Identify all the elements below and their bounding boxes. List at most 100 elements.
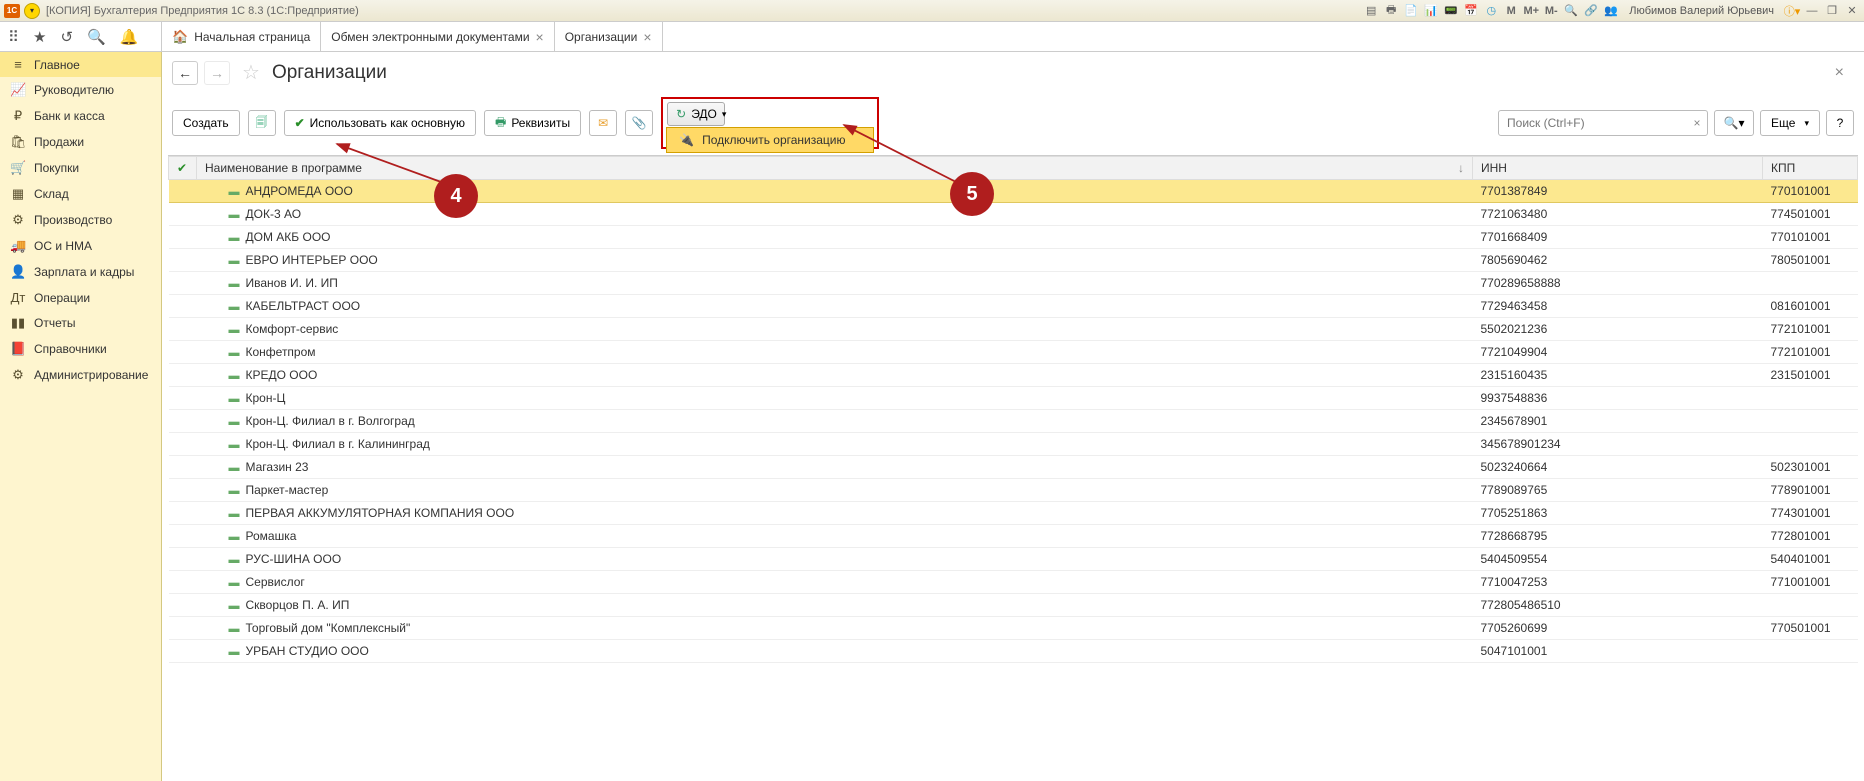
panel-icon[interactable]: ▤ bbox=[1363, 3, 1379, 19]
table-row[interactable]: ▬Конфетпром7721049904772101001 bbox=[169, 341, 1858, 364]
sidebar-item-10[interactable]: ▮▮Отчеты bbox=[0, 310, 161, 336]
email-button[interactable]: ✉ bbox=[589, 110, 617, 136]
calendar-icon[interactable]: 📅 bbox=[1463, 3, 1479, 19]
page-close-icon[interactable]: × bbox=[1835, 64, 1844, 82]
sidebar-item-5[interactable]: ▦Склад bbox=[0, 181, 161, 207]
table-row[interactable]: ▬ДОК-3 АО7721063480774501001 bbox=[169, 203, 1858, 226]
info-icon[interactable]: ⓘ▾ bbox=[1784, 3, 1800, 19]
sidebar-label: Производство bbox=[34, 213, 112, 227]
document-icon[interactable]: 📄 bbox=[1403, 3, 1419, 19]
search-global-icon[interactable]: 🔍 bbox=[1563, 3, 1579, 19]
table-row[interactable]: ▬Сервислог7710047253771001001 bbox=[169, 571, 1858, 594]
m-minus-button[interactable]: M- bbox=[1543, 3, 1559, 19]
sidebar-item-4[interactable]: 🛒Покупки bbox=[0, 155, 161, 181]
search-icon[interactable]: 🔍 bbox=[87, 28, 106, 46]
table-row[interactable]: ▬ЕВРО ИНТЕРЬЕР ООО7805690462780501001 bbox=[169, 249, 1858, 272]
table-row[interactable]: ▬УРБАН СТУДИО ООО5047101001 bbox=[169, 640, 1858, 663]
table-row[interactable]: ▬РУС-ШИНА ООО5404509554540401001 bbox=[169, 548, 1858, 571]
forward-button[interactable]: → bbox=[204, 61, 230, 85]
table-row[interactable]: ▬Крон-Ц. Филиал в г. Калининград34567890… bbox=[169, 433, 1858, 456]
table-row[interactable]: ▬КАБЕЛЬТРАСТ ООО7729463458081601001 bbox=[169, 295, 1858, 318]
print-icon[interactable]: 🖶 bbox=[1383, 3, 1399, 19]
table-row[interactable]: ▬Крон-Ц9937548836 bbox=[169, 387, 1858, 410]
more-button[interactable]: Еще▾ bbox=[1760, 110, 1820, 136]
grid-menu-icon[interactable]: ⠿ bbox=[8, 28, 19, 46]
col-name-header[interactable]: Наименование в программе bbox=[197, 157, 1473, 180]
sidebar-item-2[interactable]: ₽Банк и касса bbox=[0, 103, 161, 129]
sidebar-item-3[interactable]: 🛍Продажи bbox=[0, 129, 161, 155]
search-settings-button[interactable]: 🔍▾ bbox=[1714, 110, 1754, 136]
sidebar-item-8[interactable]: 👤Зарплата и кадры bbox=[0, 259, 161, 285]
table-row[interactable]: ▬КРЕДО ООО2315160435231501001 bbox=[169, 364, 1858, 387]
page-title: Организации bbox=[272, 62, 387, 84]
table-row[interactable]: ▬Иванов И. И. ИП770289658888 bbox=[169, 272, 1858, 295]
table-row[interactable]: ▬Крон-Ц. Филиал в г. Волгоград2345678901 bbox=[169, 410, 1858, 433]
m-plus-button[interactable]: M+ bbox=[1523, 3, 1539, 19]
table-row[interactable]: ▬АНДРОМЕДА ООО7701387849770101001 bbox=[169, 180, 1858, 203]
favorites-icon[interactable]: ★ bbox=[33, 28, 46, 46]
tab-0[interactable]: 🏠Начальная страница bbox=[162, 22, 321, 51]
sidebar-icon: ₽ bbox=[10, 108, 26, 124]
edo-menu-connect-org[interactable]: 🔌Подключить организацию bbox=[666, 127, 874, 153]
tab-close-icon[interactable]: × bbox=[536, 29, 544, 45]
row-kpp-cell: 081601001 bbox=[1763, 295, 1858, 318]
tab-2[interactable]: Организации× bbox=[555, 22, 663, 51]
table-row[interactable]: ▬Комфорт-сервис5502021236772101001 bbox=[169, 318, 1858, 341]
history-icon[interactable]: ↺ bbox=[60, 28, 73, 46]
sidebar-item-0[interactable]: ≡Главное bbox=[0, 52, 161, 77]
table-row[interactable]: ▬ДОМ АКБ ООО7701668409770101001 bbox=[169, 226, 1858, 249]
use-as-main-button[interactable]: ✔Использовать как основную bbox=[284, 110, 476, 136]
content-area: ← → ☆ Организации × Создать 🗐 ✔Использов… bbox=[162, 52, 1864, 781]
table-row[interactable]: ▬Скворцов П. А. ИП772805486510 bbox=[169, 594, 1858, 617]
col-check-header[interactable]: ✔ bbox=[169, 157, 197, 180]
app-icon: 1С bbox=[4, 4, 20, 18]
edo-dropdown-button[interactable]: ↻ЭДО▾ bbox=[667, 102, 725, 126]
clock-icon[interactable]: ◷ bbox=[1483, 3, 1499, 19]
users-icon[interactable]: 👥 bbox=[1603, 3, 1619, 19]
row-inn-cell: 345678901234 bbox=[1473, 433, 1763, 456]
help-button[interactable]: ? bbox=[1826, 110, 1854, 136]
calc-icon[interactable]: 📟 bbox=[1443, 3, 1459, 19]
app-menu-dropdown[interactable]: ▾ bbox=[24, 3, 40, 19]
m-button[interactable]: M bbox=[1503, 3, 1519, 19]
sidebar-item-7[interactable]: 🚚ОС и НМА bbox=[0, 233, 161, 259]
link-icon[interactable]: 🔗 bbox=[1583, 3, 1599, 19]
search-clear-icon[interactable]: × bbox=[1687, 116, 1707, 130]
restore-icon[interactable]: ❐ bbox=[1824, 3, 1840, 19]
search-input[interactable] bbox=[1499, 116, 1687, 130]
table-row[interactable]: ▬Торговый дом "Комплексный"7705260699770… bbox=[169, 617, 1858, 640]
requisites-button[interactable]: 🖶Реквизиты bbox=[484, 110, 581, 136]
bookmark-star-icon[interactable]: ☆ bbox=[242, 60, 260, 85]
row-check-cell bbox=[169, 410, 197, 433]
stats-icon[interactable]: 📊 bbox=[1423, 3, 1439, 19]
table-row[interactable]: ▬Паркет-мастер7789089765778901001 bbox=[169, 479, 1858, 502]
minimize-icon[interactable]: — bbox=[1804, 3, 1820, 19]
sidebar-item-1[interactable]: 📈Руководителю bbox=[0, 77, 161, 103]
sidebar-item-12[interactable]: ⚙Администрирование bbox=[0, 362, 161, 388]
back-button[interactable]: ← bbox=[172, 61, 198, 85]
row-kpp-cell bbox=[1763, 594, 1858, 617]
sidebar-item-11[interactable]: 📕Справочники bbox=[0, 336, 161, 362]
table-row[interactable]: ▬Магазин 235023240664502301001 bbox=[169, 456, 1858, 479]
col-kpp-header[interactable]: КПП bbox=[1763, 157, 1858, 180]
col-inn-header[interactable]: ИНН bbox=[1473, 157, 1763, 180]
row-check-cell bbox=[169, 295, 197, 318]
row-check-cell bbox=[169, 525, 197, 548]
row-name-cell: ▬Сервислог bbox=[197, 571, 1473, 594]
tab-1[interactable]: Обмен электронными документами× bbox=[321, 22, 554, 51]
create-button[interactable]: Создать bbox=[172, 110, 240, 136]
table-row[interactable]: ▬Ромашка7728668795772801001 bbox=[169, 525, 1858, 548]
row-check-cell bbox=[169, 272, 197, 295]
sidebar-label: ОС и НМА bbox=[34, 239, 92, 253]
table-row[interactable]: ▬ПЕРВАЯ АККУМУЛЯТОРНАЯ КОМПАНИЯ ООО77052… bbox=[169, 502, 1858, 525]
sidebar: ≡Главное📈Руководителю₽Банк и касса🛍Прода… bbox=[0, 52, 162, 781]
tab-close-icon[interactable]: × bbox=[643, 29, 651, 45]
close-window-icon[interactable]: ✕ bbox=[1844, 3, 1860, 19]
sidebar-item-6[interactable]: ⚙Производство bbox=[0, 207, 161, 233]
copy-button[interactable]: 🗐 bbox=[248, 110, 276, 136]
row-icon: ▬ bbox=[229, 600, 240, 612]
row-inn-cell: 772805486510 bbox=[1473, 594, 1763, 617]
sidebar-item-9[interactable]: ДтОперации bbox=[0, 285, 161, 310]
notifications-icon[interactable]: 🔔 bbox=[120, 28, 139, 46]
attachment-button[interactable]: 📎 bbox=[625, 110, 653, 136]
